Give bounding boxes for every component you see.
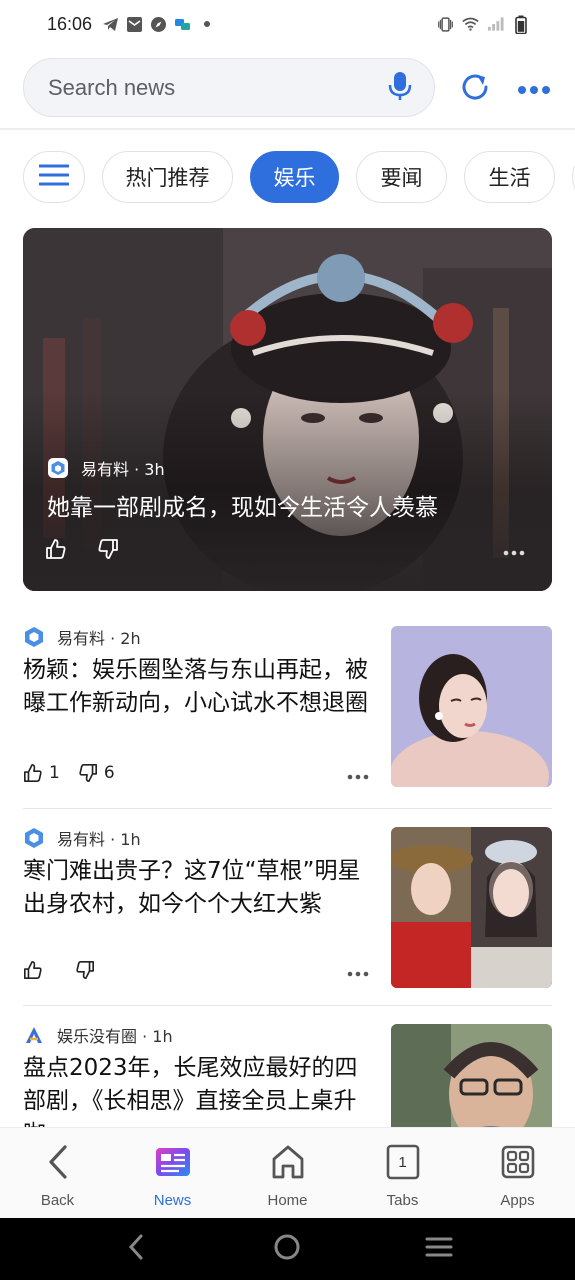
tabs-icon: 1 xyxy=(383,1142,423,1182)
hero-article-card[interactable]: 易有料 · 3h 她靠一部剧成名，现如今生活令人羡慕 xyxy=(23,228,552,591)
item-source-text: 娱乐没有圈 · 1h xyxy=(57,1027,173,1046)
category-menu-button[interactable] xyxy=(23,151,85,203)
nav-tabs[interactable]: 1 Tabs xyxy=(345,1128,460,1218)
source-logo-icon xyxy=(23,827,45,849)
tab-headlines[interactable]: 要闻 xyxy=(356,151,447,203)
recents-lines-icon xyxy=(425,1236,453,1262)
refresh-button[interactable] xyxy=(457,72,493,106)
status-bar: 16:06 xyxy=(0,0,575,48)
signal-icon xyxy=(487,16,504,33)
nav-apps[interactable]: Apps xyxy=(460,1128,575,1218)
item-source-text: 易有料 · 1h xyxy=(57,830,141,849)
hero-gradient xyxy=(23,228,552,591)
battery-icon xyxy=(512,15,529,34)
hero-source: 易有料 · 3h xyxy=(47,456,165,480)
news-app-screen: 16:06 Search news 热门推荐 娱乐 要闻 生活 易有料 · 3h… xyxy=(0,0,575,1280)
item-source: 易有料 · 2h xyxy=(23,626,141,648)
dislike-action[interactable]: 6 xyxy=(78,763,115,783)
nav-news[interactable]: News xyxy=(115,1128,230,1218)
wifi-icon xyxy=(462,16,479,33)
item-thumbnail xyxy=(391,626,552,787)
thumbs-down-icon[interactable] xyxy=(97,538,119,564)
tabs-count: 1 xyxy=(398,1154,407,1171)
system-recents-button[interactable] xyxy=(415,1225,463,1273)
hero-title[interactable]: 她靠一部剧成名，现如今生活令人羡慕 xyxy=(47,488,537,522)
like-action[interactable] xyxy=(23,960,43,980)
news-icon xyxy=(153,1142,193,1182)
microphone-icon[interactable] xyxy=(388,71,412,105)
nav-label: Apps xyxy=(500,1192,535,1209)
mail-icon xyxy=(126,16,143,33)
item-title[interactable]: 寒门难出贵子？这7位“草根”明星出身农村，如今个个大红大紫 xyxy=(23,855,375,921)
hero-actions xyxy=(45,538,119,564)
item-more-button[interactable] xyxy=(345,764,371,784)
nav-label: Home xyxy=(267,1192,308,1209)
system-navigation-bar xyxy=(0,1218,575,1280)
tab-hot-recommend[interactable]: 热门推荐 xyxy=(102,151,233,203)
item-more-button[interactable] xyxy=(345,961,371,981)
dot-icon xyxy=(198,16,215,33)
category-tabs: 热门推荐 娱乐 要闻 生活 xyxy=(23,151,575,203)
list-divider xyxy=(23,808,552,809)
back-arrow-icon xyxy=(38,1142,78,1182)
nav-back[interactable]: Back xyxy=(0,1128,115,1218)
more-dots-icon xyxy=(347,962,369,981)
telegram-icon xyxy=(102,16,119,33)
apps-grid-icon xyxy=(498,1142,538,1182)
item-source: 娱乐没有圈 · 1h xyxy=(23,1024,173,1046)
item-title[interactable]: 杨颖：娱乐圈坠落与东山再起，被曝工作新动向，小心试水不想退圈 xyxy=(23,654,375,720)
item-source: 易有料 · 1h xyxy=(23,827,141,849)
like-action[interactable]: 1 xyxy=(23,763,60,783)
source-logo-icon xyxy=(23,626,45,648)
item-source-text: 易有料 · 2h xyxy=(57,629,141,648)
dislike-count: 6 xyxy=(103,763,115,783)
circle-home-icon xyxy=(273,1233,301,1265)
nav-label: News xyxy=(153,1192,192,1209)
more-dots-icon xyxy=(347,765,369,784)
dislike-action[interactable] xyxy=(75,960,95,980)
item-actions xyxy=(23,960,95,980)
bottom-navigation: Back News Home 1 Tabs Apps xyxy=(0,1127,575,1218)
search-input[interactable]: Search news xyxy=(48,75,388,101)
list-item[interactable]: 易有料 · 2h 杨颖：娱乐圈坠落与东山再起，被曝工作新动向，小心试水不想退圈 … xyxy=(23,626,552,788)
hamburger-icon xyxy=(38,164,70,190)
vibrate-icon xyxy=(437,16,454,33)
system-home-button[interactable] xyxy=(263,1225,311,1273)
source-logo-icon xyxy=(47,457,69,479)
chevron-left-icon xyxy=(126,1233,146,1265)
source-logo-icon xyxy=(23,1024,45,1046)
status-time: 16:06 xyxy=(47,13,93,34)
item-actions: 1 6 xyxy=(23,763,115,783)
compass-icon xyxy=(150,16,167,33)
more-dots-icon xyxy=(503,541,525,560)
system-back-button[interactable] xyxy=(112,1225,160,1273)
tab-entertainment[interactable]: 娱乐 xyxy=(250,151,339,203)
ellipsis-icon xyxy=(517,80,551,99)
tab-life[interactable]: 生活 xyxy=(464,151,555,203)
system-status-icons xyxy=(437,15,529,34)
nav-label: Tabs xyxy=(386,1192,419,1209)
notification-icons xyxy=(102,16,215,33)
chat-app-icon xyxy=(174,16,191,33)
refresh-icon xyxy=(459,71,491,107)
home-icon xyxy=(268,1142,308,1182)
item-thumbnail xyxy=(391,827,552,988)
search-bar[interactable]: Search news xyxy=(23,58,435,117)
thumbs-up-icon[interactable] xyxy=(45,538,67,564)
header-divider xyxy=(0,128,575,130)
like-count: 1 xyxy=(49,763,60,783)
nav-label: Back xyxy=(40,1192,75,1209)
list-item[interactable]: 易有料 · 1h 寒门难出贵子？这7位“草根”明星出身农村，如今个个大红大紫 xyxy=(23,827,552,989)
hero-source-text: 易有料 · 3h xyxy=(81,460,165,479)
nav-home[interactable]: Home xyxy=(230,1128,345,1218)
list-divider xyxy=(23,1005,552,1006)
hero-more-button[interactable] xyxy=(501,540,527,560)
more-options-button[interactable] xyxy=(515,74,553,104)
